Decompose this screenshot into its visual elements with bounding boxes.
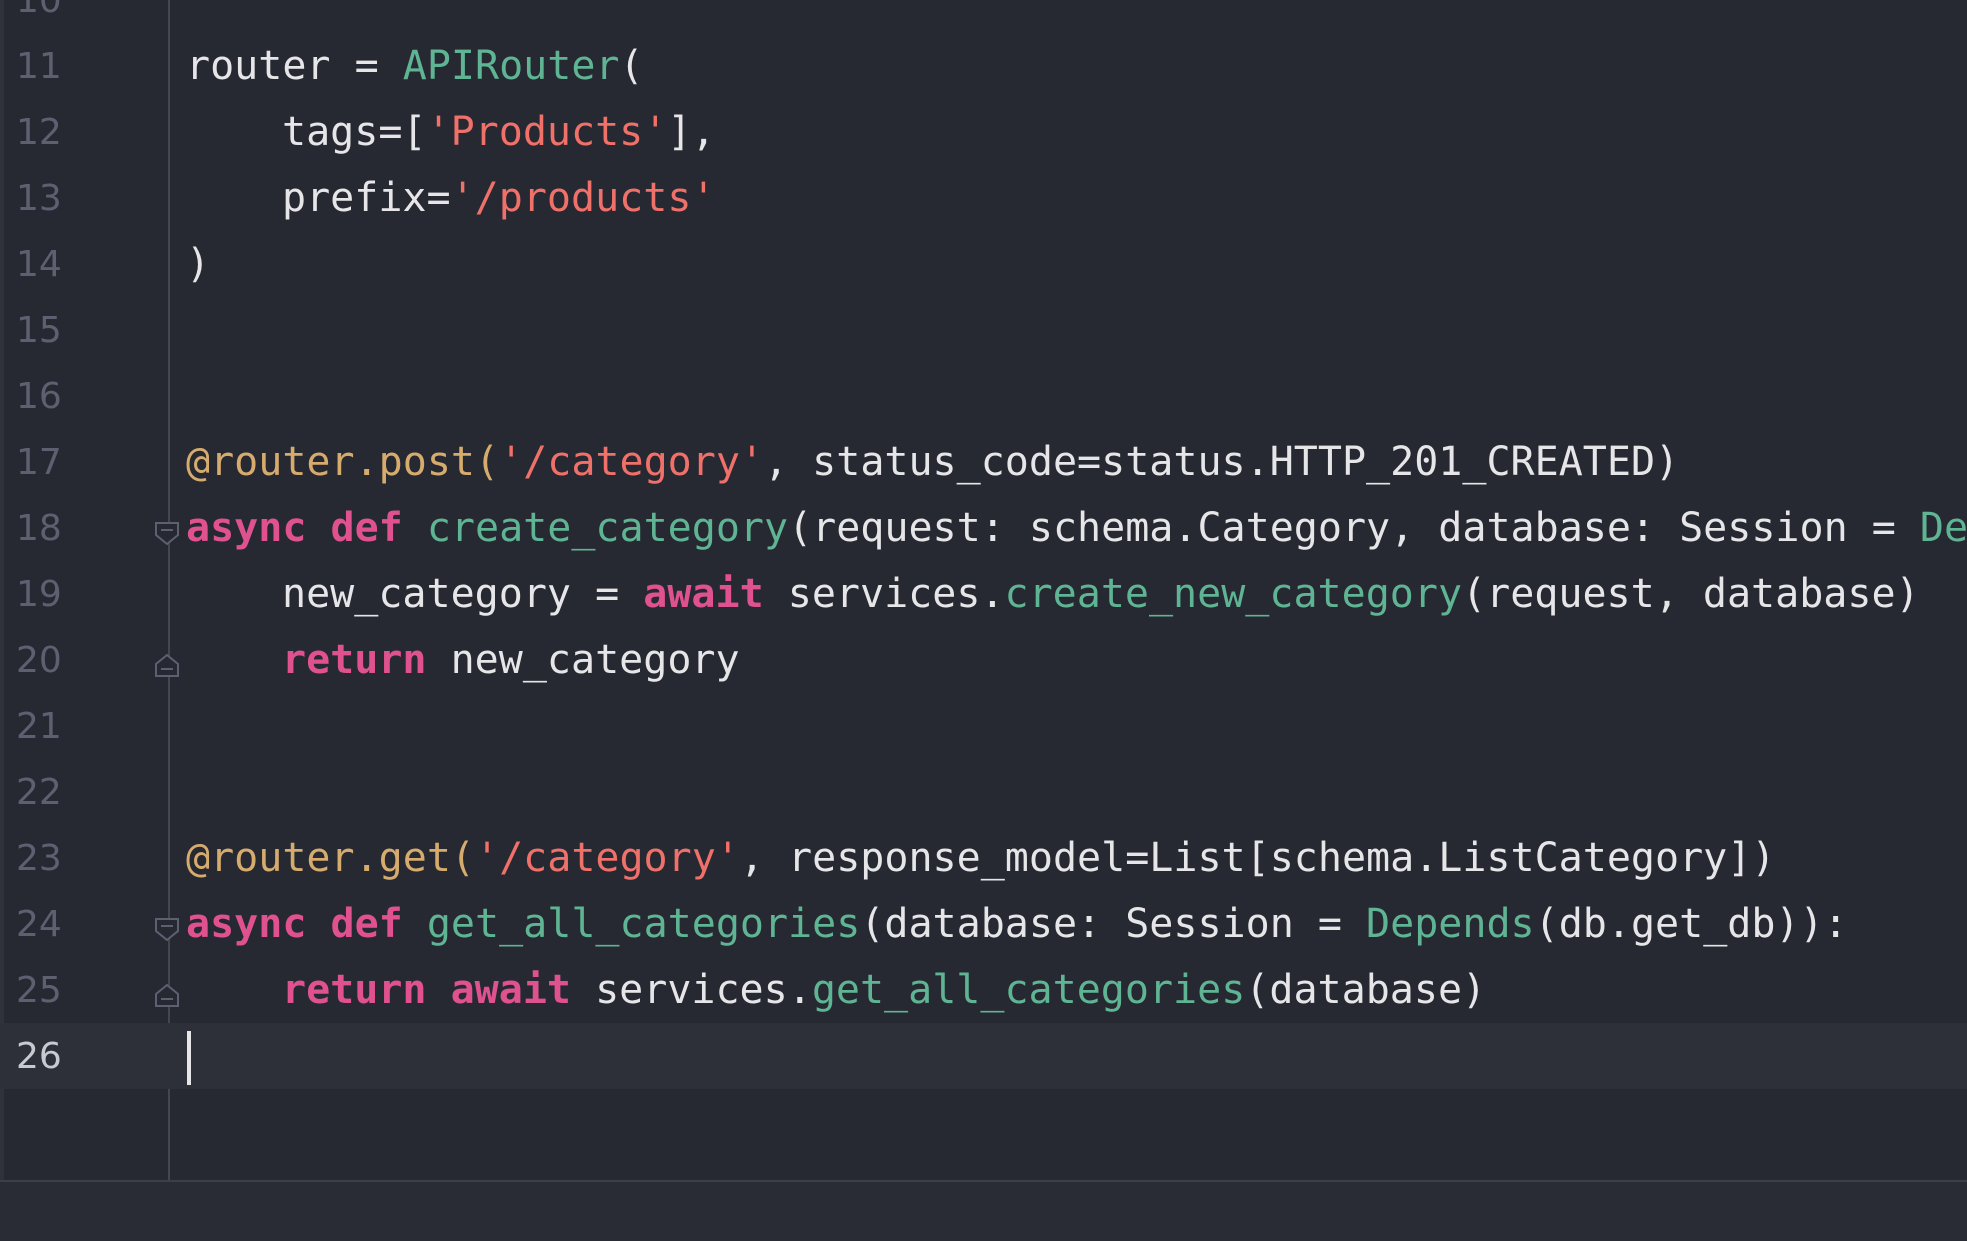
line-number: 10 xyxy=(16,0,62,21)
code-text: async def create_category(request: schem… xyxy=(186,504,1967,552)
code-token-decorator: @router.post( xyxy=(186,439,500,485)
code-line[interactable]: 12 tags=['Products'], xyxy=(0,99,1967,165)
line-number: 18 xyxy=(16,508,62,549)
code-token-keyword: async def xyxy=(186,901,427,947)
code-line[interactable]: 13 prefix='/products' xyxy=(0,165,1967,231)
code-text: new_category = await services.create_new… xyxy=(186,570,1920,618)
editor-bottom-panel xyxy=(0,1180,1967,1241)
code-text: tags=['Products'], xyxy=(186,108,716,156)
code-token: new_category xyxy=(426,637,740,683)
code-editor[interactable]: 10 11 router = APIRouter( 12 tags=['Prod… xyxy=(0,0,1967,1241)
line-number: 15 xyxy=(16,310,62,351)
line-number: 25 xyxy=(16,970,62,1011)
code-token: tags=[ xyxy=(282,109,427,155)
line-number: 17 xyxy=(16,442,62,483)
current-code-line[interactable]: 26 xyxy=(0,1023,1967,1089)
fold-open-icon[interactable] xyxy=(153,916,181,944)
line-number: 13 xyxy=(16,178,62,219)
code-token-keyword: async def xyxy=(186,505,427,551)
code-token-decorator: @router.get( xyxy=(186,835,475,881)
line-number: 19 xyxy=(16,574,62,615)
code-text: return await services.get_all_categories… xyxy=(186,966,1486,1014)
code-text: return new_category xyxy=(186,636,740,684)
code-token-function: create_new_category xyxy=(1004,571,1463,617)
code-token: services. xyxy=(570,967,812,1013)
code-line[interactable]: 14 ) xyxy=(0,231,1967,297)
code-token: (database: Session = xyxy=(860,901,1367,947)
code-line[interactable]: 18 async def create_category(request: sc… xyxy=(0,495,1967,561)
text-cursor xyxy=(187,1031,191,1085)
code-token: services. xyxy=(763,571,1005,617)
code-token-string: '/category' xyxy=(499,439,764,485)
code-token-string: '/category' xyxy=(474,835,740,881)
code-token-keyword: await xyxy=(643,571,764,617)
code-line[interactable]: 16 xyxy=(0,363,1967,429)
code-token: (database) xyxy=(1245,967,1487,1013)
code-text: @router.post('/category', status_code=st… xyxy=(186,438,1679,486)
code-line[interactable]: 23 @router.get('/category', response_mod… xyxy=(0,825,1967,891)
code-line[interactable]: 22 xyxy=(0,759,1967,825)
code-token-keyword: return await xyxy=(282,967,571,1013)
code-token: , response_model=List[schema.ListCategor… xyxy=(739,835,1776,881)
code-line[interactable]: 24 async def get_all_categories(database… xyxy=(0,891,1967,957)
code-line[interactable]: 11 router = APIRouter( xyxy=(0,33,1967,99)
fold-open-icon[interactable] xyxy=(153,520,181,548)
code-line[interactable]: 19 new_category = await services.create_… xyxy=(0,561,1967,627)
code-token-class: APIRouter xyxy=(402,43,620,89)
fold-end-icon[interactable] xyxy=(153,651,181,679)
line-number: 22 xyxy=(16,772,62,813)
code-token: ( xyxy=(619,43,644,89)
fold-end-icon[interactable] xyxy=(153,981,181,1009)
code-token: new_category = xyxy=(282,571,644,617)
code-token-function: De xyxy=(1919,505,1967,551)
line-number: 11 xyxy=(16,46,62,87)
line-number: 23 xyxy=(16,838,62,879)
code-line[interactable]: 25 return await services.get_all_categor… xyxy=(0,957,1967,1023)
line-number: 24 xyxy=(16,904,62,945)
code-token: router = xyxy=(186,43,403,89)
code-token-function: get_all_categories xyxy=(426,901,861,947)
code-text: prefix='/products' xyxy=(186,174,715,222)
code-text: async def get_all_categories(database: S… xyxy=(186,900,1848,948)
line-number: 21 xyxy=(16,706,62,747)
code-token-string: 'Products' xyxy=(426,109,668,155)
code-line[interactable]: 21 xyxy=(0,693,1967,759)
code-token-function: get_all_categories xyxy=(811,967,1246,1013)
code-token-function: create_category xyxy=(426,505,789,551)
code-token: (request: schema.Category, database: Ses… xyxy=(788,505,1920,551)
code-line[interactable]: 20 return new_category xyxy=(0,627,1967,693)
code-line[interactable]: 10 xyxy=(0,0,1967,33)
line-number: 26 xyxy=(16,1036,62,1077)
code-text: @router.get('/category', response_model=… xyxy=(186,834,1775,882)
code-token: , status_code=status.HTTP_201_CREATED) xyxy=(763,439,1680,485)
code-token-function: Depends xyxy=(1366,901,1535,947)
code-line[interactable]: 17 @router.post('/category', status_code… xyxy=(0,429,1967,495)
line-number: 20 xyxy=(16,640,62,681)
code-token: ], xyxy=(667,109,716,155)
code-token: (db.get_db)): xyxy=(1534,901,1848,947)
code-token-string: '/products' xyxy=(450,175,716,221)
code-line[interactable]: 15 xyxy=(0,297,1967,363)
code-text: router = APIRouter( xyxy=(186,42,644,90)
line-number: 12 xyxy=(16,112,62,153)
code-token-keyword: return xyxy=(282,637,427,683)
code-token: prefix= xyxy=(282,175,451,221)
code-text: ) xyxy=(186,240,210,288)
line-number: 16 xyxy=(16,376,62,417)
code-token: ) xyxy=(186,241,211,287)
code-token: (request, database) xyxy=(1462,571,1920,617)
line-number: 14 xyxy=(16,244,62,285)
